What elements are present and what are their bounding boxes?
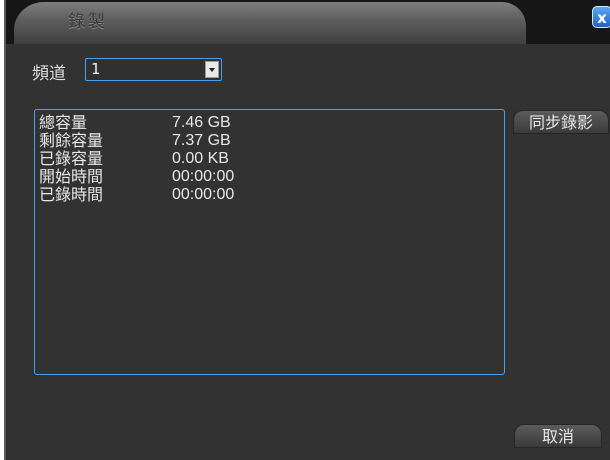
info-value: 00:00:00 [172, 168, 235, 185]
info-value: 0.00 KB [172, 150, 229, 167]
window-title: 錄製 [68, 12, 108, 32]
info-label: 剩餘容量 [39, 131, 104, 150]
channel-select-value: 1 [91, 60, 101, 78]
info-label: 開始時間 [39, 167, 104, 186]
record-dialog: 錄製 x 頻道 1 總容量 7.46 GB 剩餘容量 7.37 GB 已錄容量 … [4, 0, 610, 460]
storage-info-panel: 總容量 7.46 GB 剩餘容量 7.37 GB 已錄容量 0.00 KB 開始… [34, 109, 505, 375]
channel-label: 頻道 [32, 64, 66, 84]
chevron-down-icon[interactable] [205, 61, 219, 78]
close-icon: x [597, 9, 607, 27]
sync-recording-button[interactable]: 同步錄影 [513, 110, 609, 134]
info-label: 已錄容量 [39, 149, 104, 168]
cancel-button[interactable]: 取消 [514, 424, 602, 448]
info-value: 7.37 GB [172, 132, 231, 149]
channel-select[interactable]: 1 [85, 58, 222, 81]
info-label: 總容量 [39, 113, 88, 132]
info-label: 已錄時間 [39, 185, 104, 204]
info-value: 7.46 GB [172, 114, 231, 131]
title-bar: 錄製 x [6, 0, 610, 44]
close-button[interactable]: x [592, 6, 610, 28]
info-value: 00:00:00 [172, 186, 235, 203]
